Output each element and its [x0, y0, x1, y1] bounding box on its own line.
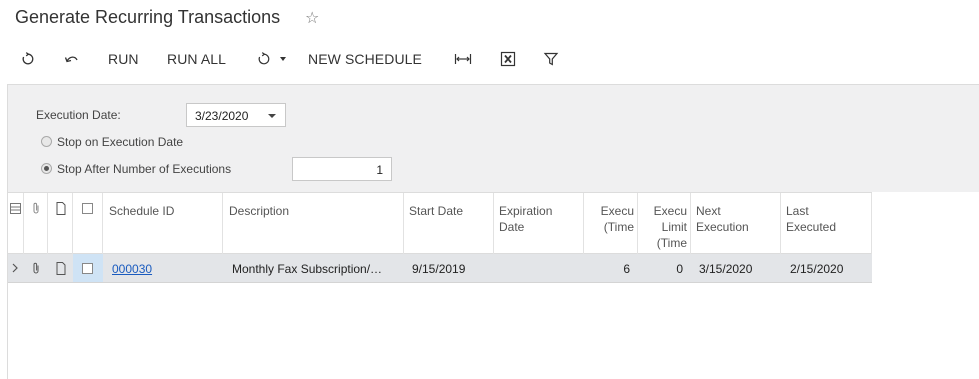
- column-header-exec-times-line1: Execu: [600, 204, 634, 218]
- panel-left-border: [7, 84, 8, 379]
- row-select-cell: [73, 254, 103, 282]
- grid-header: Schedule ID Description Start Date Expir…: [7, 192, 872, 254]
- execution-date-value: 3/23/2020: [195, 109, 249, 123]
- stop-after-radio[interactable]: [41, 163, 52, 174]
- title-bar: Generate Recurring Transactions ☆: [0, 0, 979, 38]
- column-header-expiration-line1: Expiration: [499, 204, 553, 218]
- column-header-last-executed-line2: Executed: [786, 220, 837, 234]
- row-expander[interactable]: [7, 254, 24, 282]
- schedule-id-link[interactable]: 000030: [112, 262, 152, 276]
- column-header-start-date: Start Date: [409, 204, 464, 218]
- column-header-schedule-id: Schedule ID: [109, 204, 175, 218]
- chevron-down-icon[interactable]: [268, 114, 276, 118]
- filter-button[interactable]: [543, 42, 559, 76]
- cell-exec-limit: 0: [638, 254, 691, 282]
- cell-start-date: 9/15/2019: [404, 254, 494, 282]
- exec-times-value: 6: [623, 262, 630, 276]
- paperclip-icon: [33, 262, 39, 274]
- export-excel-button[interactable]: [500, 42, 516, 76]
- new-schedule-button[interactable]: NEW SCHEDULE: [308, 42, 422, 76]
- run-label: RUN: [108, 51, 139, 67]
- header-row-selector: [7, 193, 24, 254]
- column-header-description: Description: [229, 204, 290, 218]
- new-schedule-label: NEW SCHEDULE: [308, 51, 422, 67]
- page-title: Generate Recurring Transactions: [15, 7, 281, 27]
- chevron-down-icon: [280, 57, 286, 61]
- column-header-expiration-line2: Date: [499, 220, 525, 234]
- stop-on-date-label: Stop on Execution Date: [57, 135, 184, 149]
- excel-icon: [500, 51, 516, 67]
- run-all-label: RUN ALL: [167, 51, 227, 67]
- filter-icon: [543, 52, 559, 66]
- table-row[interactable]: 000030 Monthly Fax Subscription/… 9/15/2…: [7, 254, 872, 283]
- stop-on-date-radio[interactable]: [41, 136, 52, 147]
- header-attachment: [24, 193, 48, 254]
- clock-refresh-icon: [258, 52, 270, 65]
- stop-after-label: Stop After Number of Executions: [57, 162, 232, 176]
- cell-last-executed: 2/15/2020: [781, 254, 872, 282]
- cell-expiration-date: [494, 254, 584, 282]
- header-select-all: [73, 193, 103, 254]
- cell-next-execution: 3/15/2020: [691, 254, 781, 282]
- row-note[interactable]: [48, 254, 73, 282]
- refresh-icon: [22, 52, 34, 65]
- run-all-button[interactable]: RUN ALL: [167, 42, 226, 76]
- favorite-star-icon[interactable]: ☆: [305, 8, 319, 28]
- fit-width-icon: [454, 54, 472, 64]
- header-note: [48, 193, 73, 254]
- run-button[interactable]: RUN: [108, 42, 139, 76]
- header-start-date[interactable]: Start Date: [404, 193, 494, 254]
- select-all-checkbox[interactable]: [82, 203, 93, 214]
- header-exec-limit[interactable]: Execu Limit (Time: [638, 193, 691, 254]
- document-icon: [56, 202, 66, 215]
- column-header-last-executed-line1: Last: [786, 204, 809, 218]
- cell-description: Monthly Fax Subscription/…: [223, 254, 404, 282]
- column-header-exec-limit-line3: (Time: [656, 236, 687, 250]
- toolbar: RUN RUN ALL NEW SCHEDULE: [0, 42, 979, 76]
- chevron-right-icon: [12, 263, 18, 273]
- header-schedule-id[interactable]: Schedule ID: [103, 193, 223, 254]
- column-header-exec-limit-line1: Execu: [653, 204, 687, 218]
- number-of-executions-field[interactable]: 1: [292, 157, 392, 181]
- column-header-exec-limit-line2: Limit: [661, 220, 687, 234]
- schedule-menu-button[interactable]: [256, 42, 290, 76]
- refresh-button[interactable]: [20, 42, 36, 76]
- header-last-executed[interactable]: Last Executed: [781, 193, 872, 254]
- cell-schedule-id: 000030: [103, 254, 223, 282]
- start-date-value: 9/15/2019: [412, 262, 466, 276]
- execution-date-field[interactable]: 3/23/2020: [186, 103, 286, 127]
- execution-date-label: Execution Date:: [36, 108, 121, 122]
- paperclip-icon: [33, 202, 39, 214]
- column-header-next-execution-line2: Execution: [696, 220, 749, 234]
- header-description[interactable]: Description: [223, 193, 404, 254]
- header-expiration-date[interactable]: Expiration Date: [494, 193, 584, 254]
- description-value: Monthly Fax Subscription/…: [232, 262, 383, 276]
- next-execution-value: 3/15/2020: [699, 262, 753, 276]
- row-attachment[interactable]: [24, 254, 48, 282]
- exec-limit-value: 0: [676, 262, 683, 276]
- column-header-exec-times-line2: (Time: [603, 220, 634, 234]
- header-exec-times[interactable]: Execu (Time: [584, 193, 638, 254]
- undo-icon: [64, 56, 78, 63]
- row-checkbox[interactable]: [82, 263, 93, 274]
- undo-button[interactable]: [62, 42, 80, 76]
- table-icon[interactable]: [10, 203, 21, 214]
- cell-exec-times: 6: [584, 254, 638, 282]
- header-next-execution[interactable]: Next Execution: [691, 193, 781, 254]
- number-of-executions-value: 1: [376, 163, 383, 177]
- fit-columns-button[interactable]: [454, 42, 472, 76]
- last-executed-value: 2/15/2020: [790, 262, 844, 276]
- document-icon: [56, 262, 66, 275]
- column-header-next-execution-line1: Next: [696, 204, 721, 218]
